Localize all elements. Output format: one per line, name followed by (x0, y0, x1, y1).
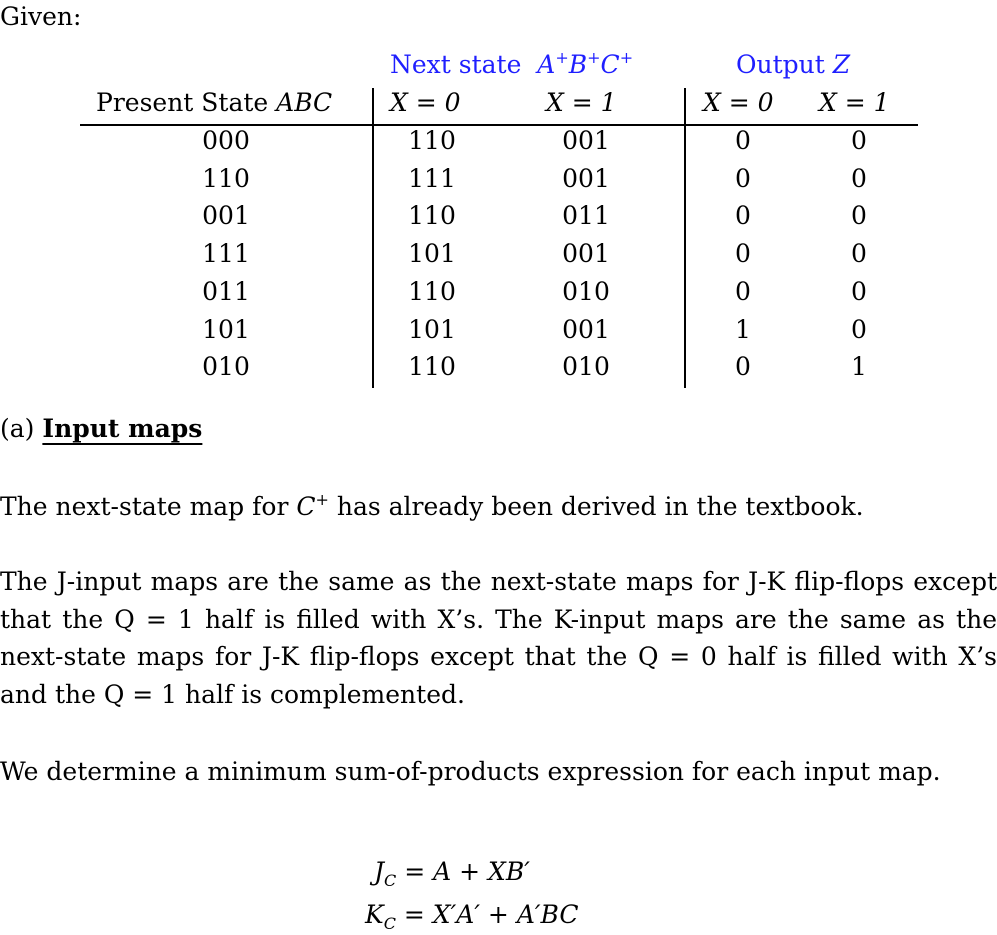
eq-sub: C (383, 914, 396, 933)
sup-plus: + (315, 490, 329, 509)
present-state-cell: 000 (202, 126, 250, 155)
equation-kc: KC = X′A′ + A′BC (365, 900, 579, 932)
next-x1-cell: 011 (562, 201, 610, 231)
p1-after: has already been derived in the textbook… (328, 492, 864, 521)
z-x0-cell: 0 (735, 276, 751, 306)
next-state-group-header: Next state A+B+C+ (390, 48, 634, 80)
paragraph: The J-input maps are the same as the nex… (0, 567, 997, 709)
present-state-cell: 111 (202, 239, 250, 269)
present-state-var: ABC (276, 88, 333, 117)
z-x1-cell: 0 (851, 201, 867, 231)
section-label: (a) (0, 414, 35, 443)
next-x1-cell: 001 (562, 163, 610, 193)
next-x0-cell: 110 (408, 126, 456, 155)
present-state-cell: 011 (202, 276, 250, 306)
intro-text: Given: (0, 2, 82, 31)
next-x0-cell: 110 (408, 276, 456, 306)
next-x1-cell: 010 (562, 276, 610, 306)
present-state-cell: 110 (202, 163, 250, 193)
present-state-cell: 001 (202, 201, 250, 231)
next-state-label: Next state (390, 50, 522, 79)
section-heading: (a) Input maps (0, 414, 202, 443)
z-x1-cell: 0 (851, 163, 867, 193)
z-x0-cell: 0 (735, 163, 751, 193)
sup-plus: + (587, 48, 601, 67)
section-title: Input maps (42, 414, 203, 443)
present-state-label: Present State (96, 88, 269, 117)
next-x1-cell: 010 (562, 352, 610, 382)
next-state-var-c: C (600, 50, 620, 79)
next-x1-cell: 001 (562, 314, 610, 344)
eq-lhs: J (374, 857, 385, 886)
eq-sub: C (384, 871, 397, 890)
next-x1-cell: 001 (562, 126, 610, 155)
paragraph: We determine a minimum sum-of-products e… (0, 757, 941, 786)
z-x1-cell: 0 (851, 239, 867, 269)
z-x0-cell: 1 (735, 314, 751, 344)
next-x0-cell: 111 (408, 163, 456, 193)
eq-lhs: K (365, 900, 384, 929)
eq-rhs: = A + XB′ (404, 857, 530, 886)
out-x1-header: X = 1 (819, 88, 890, 117)
z-x1-cell: 1 (851, 352, 867, 382)
sup-plus: + (619, 48, 634, 67)
p1-before: The next-state map for (0, 492, 297, 521)
present-state-cell: 101 (202, 314, 250, 344)
z-x1-cell: 0 (851, 276, 867, 306)
next-state-var-b: B (568, 50, 588, 79)
next-x0-cell: 110 (408, 352, 456, 382)
next-x1-header: X = 1 (546, 88, 617, 117)
z-x1-cell: 0 (851, 314, 867, 344)
next-x1-cell: 001 (562, 239, 610, 269)
out-x0-header: X = 0 (703, 88, 774, 117)
next-x0-cell: 110 (408, 201, 456, 231)
present-state-cell: 010 (202, 352, 250, 382)
output-var: Z (832, 50, 851, 79)
z-x0-cell: 0 (735, 352, 751, 382)
next-x0-cell: 101 (408, 239, 456, 269)
output-group-header: Output Z (736, 50, 850, 79)
z-x0-cell: 0 (735, 239, 751, 269)
present-state-header: Present State ABC (96, 88, 332, 117)
z-x1-cell: 0 (851, 126, 867, 155)
sup-plus: + (555, 48, 569, 67)
equation-jc: JC = A + XB′ (374, 857, 530, 889)
z-x0-cell: 0 (735, 201, 751, 231)
z-x0-cell: 0 (735, 126, 751, 155)
paragraph: The next-state map for C+ has already be… (0, 488, 997, 526)
next-state-var-a: A (537, 50, 556, 79)
next-x0-cell: 101 (408, 314, 456, 344)
p1-var: C (296, 492, 316, 521)
next-x0-header: X = 0 (390, 88, 461, 117)
output-label: Output (736, 50, 825, 79)
eq-rhs: = X′A′ + A′BC (403, 900, 579, 929)
